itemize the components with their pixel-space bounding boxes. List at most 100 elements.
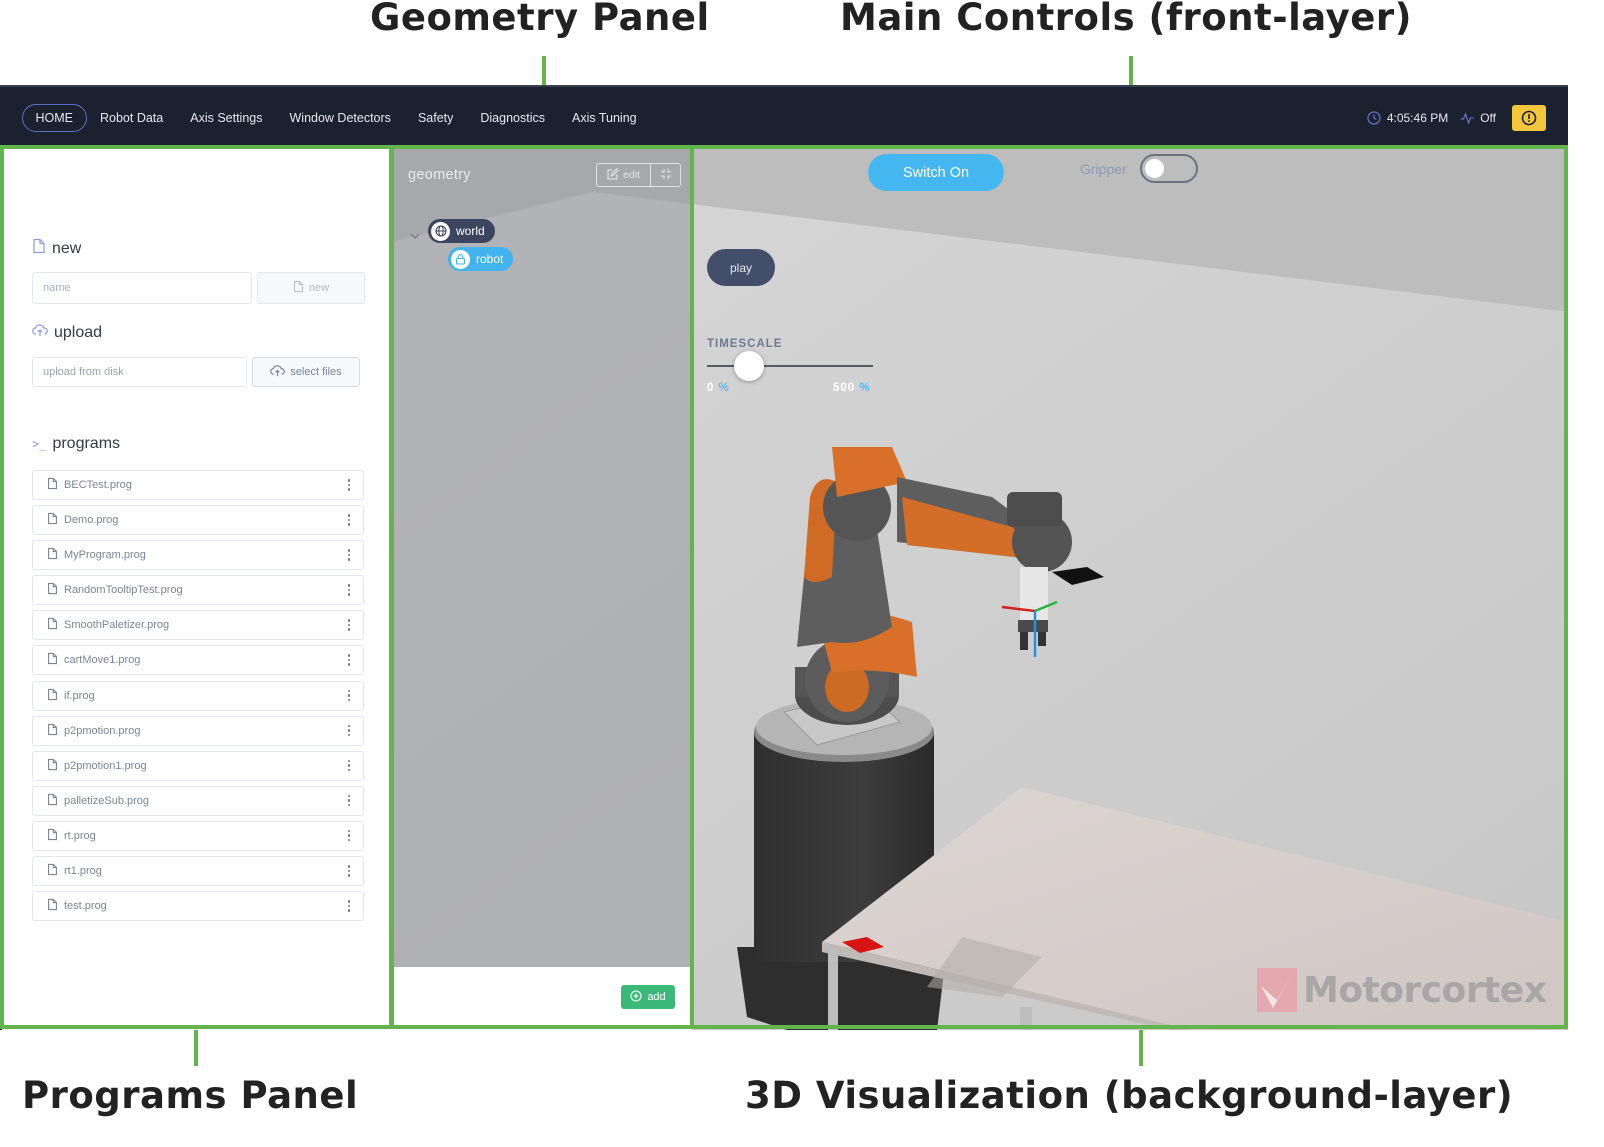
programs-panel: new name new upload upload from disk sel…	[2, 147, 392, 1030]
nav-home[interactable]: HOME	[22, 104, 87, 132]
activity-pulse-icon	[1460, 111, 1474, 125]
geometry-panel: geometry edit world robot add	[392, 147, 692, 1030]
program-file-name: if.prog	[64, 689, 95, 702]
program-file-name: cartMove1.prog	[64, 654, 141, 667]
program-list-item[interactable]: MyProgram.prog	[32, 540, 364, 571]
program-file-name: Demo.prog	[64, 514, 119, 527]
more-vertical-icon[interactable]	[347, 514, 351, 526]
program-file-name: BECTest.prog	[64, 479, 132, 491]
timescale-max-value: 500	[833, 382, 856, 394]
collapse-button[interactable]	[651, 164, 680, 186]
globe-icon	[431, 221, 450, 241]
program-list-item[interactable]: SmoothPaletizer.prog	[32, 610, 364, 641]
more-vertical-icon[interactable]	[347, 479, 351, 491]
annotation-geometry-panel: Geometry Panel	[370, 0, 710, 39]
program-name-input[interactable]: name	[32, 272, 252, 304]
watermark-text: Motorcortex	[1303, 969, 1547, 1011]
file-icon	[47, 652, 58, 668]
annotation-programs-panel: Programs Panel	[22, 1074, 359, 1117]
file-icon	[293, 280, 304, 296]
programs-section-label: programs	[52, 435, 121, 452]
program-list-item[interactable]: BECTest.prog	[32, 470, 364, 500]
upload-path-input[interactable]: upload from disk	[32, 357, 247, 387]
more-vertical-icon[interactable]	[347, 654, 351, 666]
file-icon	[47, 477, 58, 493]
nav-diagnostics[interactable]: Diagnostics	[467, 104, 559, 132]
play-button[interactable]: play	[707, 249, 775, 286]
timescale-max-unit: %	[859, 382, 871, 394]
annotation-main-controls: Main Controls (front-layer)	[840, 0, 1412, 39]
motorcortex-logo-icon	[1257, 968, 1297, 1012]
tree-node-robot-label: robot	[476, 252, 504, 266]
more-vertical-icon[interactable]	[347, 865, 351, 877]
program-list-item[interactable]: rt1.prog	[32, 856, 364, 887]
more-vertical-icon[interactable]	[347, 759, 351, 772]
timescale-slider-thumb[interactable]	[733, 351, 764, 381]
annotation-pointer-visualization	[1139, 1028, 1143, 1066]
edit-label: edit	[623, 169, 640, 181]
plus-circle-icon	[630, 989, 642, 1005]
programs-section-title: >_ programs	[32, 435, 120, 453]
program-list-item[interactable]: if.prog	[32, 680, 364, 711]
top-navigation-bar: HOME Robot Data Axis Settings Window Det…	[0, 85, 1568, 147]
program-list-item[interactable]: cartMove1.prog	[32, 645, 364, 676]
gripper-label: Gripper	[1080, 161, 1127, 177]
alert-circle-icon	[1521, 110, 1537, 126]
program-file-name: test.prog	[64, 900, 107, 913]
nav-safety[interactable]: Safety	[404, 104, 466, 132]
upload-section-title: upload	[32, 323, 102, 342]
program-list-item[interactable]: RandomTooltipTest.prog	[32, 575, 364, 606]
program-list-item[interactable]: palletizeSub.prog	[32, 785, 364, 816]
file-icon	[47, 723, 58, 739]
program-name-placeholder: name	[43, 282, 71, 294]
new-section-title: new	[32, 238, 81, 259]
program-list-item[interactable]: p2pmotion.prog	[32, 715, 364, 746]
file-icon	[47, 898, 58, 914]
upload-section-label: upload	[54, 323, 103, 341]
program-file-name: rt.prog	[64, 829, 96, 842]
program-file-name: RandomTooltipTest.prog	[64, 584, 183, 597]
annotation-pointer-programs	[194, 1028, 198, 1066]
more-vertical-icon[interactable]	[347, 619, 351, 631]
nav-axis-tuning[interactable]: Axis Tuning	[559, 104, 651, 132]
more-vertical-icon[interactable]	[347, 689, 351, 702]
gripper-toggle[interactable]	[1140, 154, 1198, 183]
add-button[interactable]: add	[621, 985, 675, 1009]
program-list-item[interactable]: test.prog	[32, 891, 364, 922]
timescale-slider-track[interactable]	[707, 365, 873, 367]
more-vertical-icon[interactable]	[347, 584, 351, 596]
program-list-item[interactable]: rt.prog	[32, 820, 364, 851]
timescale-min-value: 0	[707, 382, 715, 394]
gripper-toggle-knob[interactable]	[1145, 159, 1164, 178]
program-file-name: rt1.prog	[64, 865, 102, 878]
program-list-item[interactable]: p2pmotion1.prog	[32, 750, 364, 781]
more-vertical-icon[interactable]	[347, 724, 351, 737]
program-file-name: SmoothPaletizer.prog	[64, 619, 170, 632]
program-list-item[interactable]: Demo.prog	[32, 505, 364, 536]
chevron-down-icon[interactable]	[410, 227, 420, 245]
more-vertical-icon[interactable]	[347, 794, 351, 807]
file-icon	[47, 758, 58, 774]
nav-axis-settings[interactable]: Axis Settings	[177, 104, 276, 132]
select-files-button[interactable]: select files	[252, 357, 360, 387]
more-vertical-icon[interactable]	[347, 829, 351, 842]
new-section-label: new	[52, 239, 82, 257]
tree-node-world[interactable]: world	[428, 219, 495, 243]
more-vertical-icon[interactable]	[347, 900, 351, 912]
alert-button[interactable]	[1512, 105, 1546, 131]
app-window: HOME Robot Data Axis Settings Window Det…	[0, 85, 1568, 1030]
tree-node-robot[interactable]: robot	[448, 247, 514, 271]
nav-robot-data[interactable]: Robot Data	[87, 104, 177, 132]
activity-status: Off	[1480, 111, 1496, 125]
annotation-pointer-geometry	[542, 56, 546, 88]
program-file-name: p2pmotion.prog	[64, 724, 141, 737]
nav-window-detectors[interactable]: Window Detectors	[276, 104, 404, 132]
file-icon	[47, 688, 58, 704]
more-vertical-icon[interactable]	[347, 549, 351, 561]
geometry-toolbar: edit	[596, 163, 681, 187]
cloud-upload-icon	[270, 364, 286, 380]
edit-button[interactable]: edit	[597, 164, 651, 186]
switch-on-button[interactable]: Switch On	[868, 154, 1004, 191]
program-file-name: palletizeSub.prog	[64, 794, 150, 807]
new-program-button[interactable]: new	[257, 272, 365, 304]
